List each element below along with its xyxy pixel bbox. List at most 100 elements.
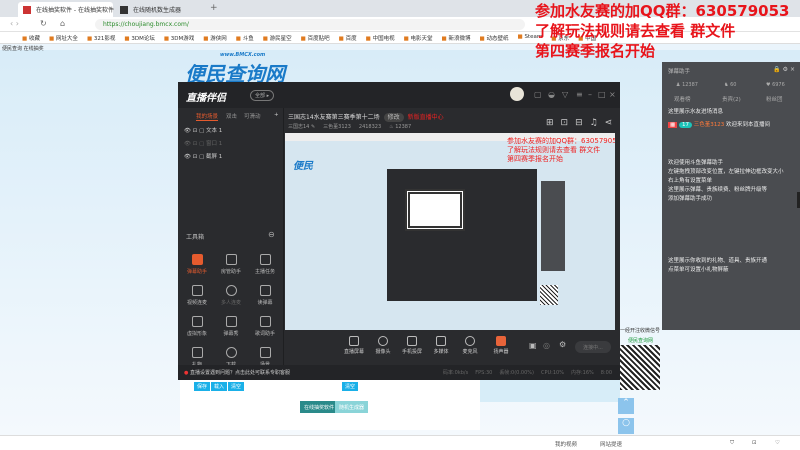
clear-button-2[interactable]: 清空	[342, 382, 359, 391]
category[interactable]: 三国志14 ✎	[288, 124, 315, 130]
bookmark[interactable]: 百度贴吧	[301, 34, 330, 43]
menu-icon[interactable]: ≡	[576, 90, 583, 99]
bookmark[interactable]: 新浪微博	[442, 34, 471, 43]
back-to-top-button[interactable]: ⌃	[618, 398, 634, 414]
tab-viewers[interactable]: 观看榜	[674, 95, 691, 103]
heart-icon[interactable]: ♡	[775, 440, 780, 446]
feedback-button[interactable]: ○	[618, 418, 634, 434]
task-icon	[259, 254, 271, 265]
tool-avatar[interactable]: 虚拟形象	[180, 316, 214, 337]
skin-icon[interactable]: ◒	[548, 90, 555, 99]
close-icon[interactable]: ×	[609, 90, 616, 99]
load-button[interactable]: 载入	[211, 382, 228, 391]
download-icon[interactable]: ⊡	[752, 440, 757, 446]
start-live-button[interactable]: 连接中...	[575, 341, 611, 353]
download-icon	[225, 285, 237, 296]
message-icon[interactable]: ▢	[534, 90, 542, 99]
streaming-app-window: 直播伴侣 全部 ▸ ▢ ◒ ▽ ≡ – □ × 我的场景 双击 可滑动 + 👁 …	[178, 82, 620, 380]
tool-danmu-assistant[interactable]: 弹幕助手	[180, 254, 214, 275]
settings-icon[interactable]: ⚙	[559, 340, 566, 349]
user-icon	[225, 254, 237, 265]
new-tab-button[interactable]: +	[210, 3, 218, 13]
save-button[interactable]: 保存	[194, 382, 211, 391]
bookmark[interactable]: 斗鱼	[236, 34, 254, 43]
bookmark[interactable]: 网址大全	[49, 34, 78, 43]
tool-video-link[interactable]: 视频连麦	[180, 285, 214, 306]
qr-link[interactable]: 便民查询网	[628, 337, 653, 344]
microphone-button[interactable]: 麦克风	[453, 336, 487, 355]
screen-icon	[349, 336, 359, 346]
bookmark[interactable]: 收藏	[22, 34, 40, 43]
add-scene-button[interactable]: +	[274, 112, 279, 118]
tab-lottery[interactable]: 在线抽奖软件 - 在线抽奖软件	[18, 2, 114, 17]
tab-my-scenes[interactable]: 我的场景	[196, 112, 219, 121]
tab-vip[interactable]: 贵宾(2)	[722, 95, 741, 103]
browser-statusbar: 我的视频 网站提速 ⛉ ⊡ ♡	[0, 435, 800, 450]
tool-danmu-show[interactable]: 弹幕秀	[214, 316, 248, 337]
bookmark[interactable]: 百度	[339, 34, 357, 43]
live-center-link[interactable]: 新版直播中心	[408, 114, 444, 121]
scene-icon	[259, 347, 271, 358]
speaker-button[interactable]: 扬声器	[484, 336, 518, 355]
tool-read-danmu[interactable]: 读弹幕	[248, 285, 282, 306]
speedup-link[interactable]: 网站提速	[600, 440, 622, 448]
version-badge[interactable]: 全部 ▸	[250, 90, 275, 101]
shield-icon[interactable]: ⛉	[730, 440, 734, 447]
record-icon[interactable]: ▣	[529, 341, 537, 350]
stream-overlay-text: 参加水友赛的加QQ群：630579053 了解玩法规则请去查看 群文件 第四赛季…	[535, 2, 790, 60]
tab-double[interactable]: 双击	[226, 112, 237, 120]
url-input[interactable]: https://choujiang.bmcx.com/	[95, 19, 525, 30]
filter-icon[interactable]: ▽	[562, 90, 568, 99]
refresh-icon[interactable]: ↻	[40, 19, 47, 28]
back-icon[interactable]: ‹ ›	[10, 19, 19, 28]
action-icons[interactable]: ⊞⊡⊟♫⋖	[546, 118, 619, 128]
tab-fans[interactable]: 粉丝团	[766, 95, 783, 103]
bookmark[interactable]: 动态壁纸	[480, 34, 508, 43]
more-icon[interactable]: ⊖	[268, 230, 275, 239]
chat-message: ▦ 17 三色堇3123 欢迎来到本直播间	[668, 122, 770, 128]
bookmark[interactable]: 游侠网	[203, 34, 227, 43]
tab-slide[interactable]: 可滑动	[244, 112, 261, 120]
random-generator-button[interactable]: 随机生成器	[335, 401, 369, 413]
favicon-icon	[120, 6, 128, 14]
phone-icon	[407, 336, 417, 346]
home-icon[interactable]: ⌂	[60, 19, 65, 28]
bookmark[interactable]: 3DM游戏	[164, 34, 194, 43]
tool-host-task[interactable]: 主播任务	[248, 254, 282, 275]
bookmark[interactable]: 电影天堂	[404, 34, 433, 43]
gift-icon	[191, 347, 203, 358]
avatar[interactable]	[510, 87, 524, 101]
toolbox-title: 工具箱	[186, 234, 205, 241]
edit-button[interactable]: 修改	[383, 113, 404, 122]
lottery-software-button[interactable]: 在线抽奖软件	[300, 401, 339, 413]
stream-info: 三国志14 ✎ 三色堇3123 2418323 ♨ 12387	[288, 124, 412, 130]
tab-random[interactable]: 在线随机数生成器	[115, 2, 210, 17]
help-link[interactable]: 直播设置遇到问题？点击此处可联系专职客服	[184, 369, 290, 376]
app-titlebar: 直播伴侣 全部 ▸ ▢ ◒ ▽ ≡ – □ ×	[178, 82, 620, 108]
bookmark[interactable]: 321影视	[87, 34, 116, 43]
source-item[interactable]: 👁 ⊡ ▢ 窗口 1	[184, 139, 222, 147]
danmu-icon	[191, 254, 203, 265]
camera-icon	[378, 336, 388, 346]
maximize-icon[interactable]: □	[598, 90, 606, 99]
minimize-icon[interactable]: –	[588, 90, 592, 99]
danmu-assistant-panel: 弹幕助手 🔒 ⚙ × ♟ 12387 ♞ 60 ♥ 6976 观看榜 贵宾(2)…	[662, 62, 800, 330]
source-item[interactable]: 👁 ⊡ ▢ 截屏 1	[184, 152, 222, 160]
stream-controls: 直播屏幕 摄像头 手机投屏 多媒体 麦克风 扬声器 ▣ ◎ ⚙ 连接中...	[285, 334, 615, 360]
eye-icon[interactable]: ◎	[543, 341, 550, 350]
bookmark[interactable]: 游民星空	[263, 34, 292, 43]
stream-stats: 码率:0kb/s FPS:30 丢帧:0(0.00%) CPU:10% 内存:16% 8:…	[442, 370, 612, 376]
tool-lyrics[interactable]: 歌词助手	[248, 316, 282, 337]
tool-multi-link[interactable]: 多人连麦	[214, 285, 248, 306]
my-videos-link[interactable]: 我的视频	[555, 440, 577, 448]
video-link-icon	[191, 285, 203, 296]
speaker-icon	[496, 336, 506, 346]
lock-settings-close-icons[interactable]: 🔒 ⚙ ×	[773, 66, 795, 73]
read-icon	[259, 285, 271, 296]
source-item[interactable]: 👁 ⊡ ▢ 文本 1	[184, 126, 222, 134]
bookmark[interactable]: 3DM论坛	[124, 34, 154, 43]
favicon-icon	[23, 6, 31, 14]
tool-room-manager[interactable]: 房管助手	[214, 254, 248, 275]
clear-button[interactable]: 清空	[228, 382, 245, 391]
bookmark[interactable]: 中国电视	[366, 34, 395, 43]
